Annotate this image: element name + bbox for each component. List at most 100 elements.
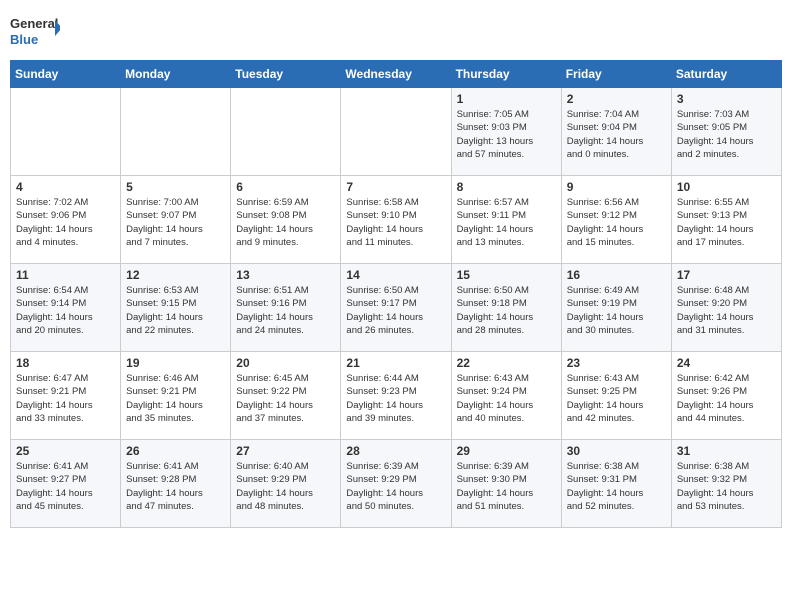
day-cell: 14 Sunrise: 6:50 AM Sunset: 9:17 PM Dayli… xyxy=(341,264,451,352)
day-number: 28 xyxy=(346,444,445,458)
day-info: Sunrise: 6:59 AM Sunset: 9:08 PM Dayligh… xyxy=(236,196,335,249)
day-cell: 2 Sunrise: 7:04 AM Sunset: 9:04 PM Daylig… xyxy=(561,88,671,176)
day-info: Sunrise: 6:53 AM Sunset: 9:15 PM Dayligh… xyxy=(126,284,225,337)
day-info: Sunrise: 6:48 AM Sunset: 9:20 PM Dayligh… xyxy=(677,284,776,337)
week-row-1: 1 Sunrise: 7:05 AM Sunset: 9:03 PM Daylig… xyxy=(11,88,782,176)
day-info: Sunrise: 6:41 AM Sunset: 9:28 PM Dayligh… xyxy=(126,460,225,513)
day-number: 19 xyxy=(126,356,225,370)
day-info: Sunrise: 6:45 AM Sunset: 9:22 PM Dayligh… xyxy=(236,372,335,425)
day-info: Sunrise: 6:39 AM Sunset: 9:30 PM Dayligh… xyxy=(457,460,556,513)
day-cell: 24Sunrise: 6:42 AM Sunset: 9:26 PM Dayli… xyxy=(671,352,781,440)
day-cell: 4 Sunrise: 7:02 AM Sunset: 9:06 PM Daylig… xyxy=(11,176,121,264)
day-cell: 13 Sunrise: 6:51 AM Sunset: 9:16 PM Dayli… xyxy=(231,264,341,352)
day-cell: 6Sunrise: 6:59 AM Sunset: 9:08 PM Daylig… xyxy=(231,176,341,264)
col-header-monday: Monday xyxy=(121,61,231,88)
col-header-friday: Friday xyxy=(561,61,671,88)
day-number: 13 xyxy=(236,268,335,282)
day-info: Sunrise: 7:03 AM Sunset: 9:05 PM Dayligh… xyxy=(677,108,776,161)
day-cell: 29 Sunrise: 6:39 AM Sunset: 9:30 PM Dayli… xyxy=(451,440,561,528)
day-info: Sunrise: 6:56 AM Sunset: 9:12 PM Dayligh… xyxy=(567,196,666,249)
day-number: 31 xyxy=(677,444,776,458)
day-cell xyxy=(121,88,231,176)
day-number: 24 xyxy=(677,356,776,370)
day-cell: 16 Sunrise: 6:49 AM Sunset: 9:19 PM Dayli… xyxy=(561,264,671,352)
day-cell xyxy=(341,88,451,176)
col-header-sunday: Sunday xyxy=(11,61,121,88)
col-header-thursday: Thursday xyxy=(451,61,561,88)
day-cell: 21Sunrise: 6:44 AM Sunset: 9:23 PM Dayli… xyxy=(341,352,451,440)
day-number: 9 xyxy=(567,180,666,194)
day-cell: 5Sunrise: 7:00 AM Sunset: 9:07 PM Daylig… xyxy=(121,176,231,264)
day-info: Sunrise: 6:50 AM Sunset: 9:17 PM Dayligh… xyxy=(346,284,445,337)
day-cell: 10Sunrise: 6:55 AM Sunset: 9:13 PM Dayli… xyxy=(671,176,781,264)
day-cell: 25 Sunrise: 6:41 AM Sunset: 9:27 PM Dayli… xyxy=(11,440,121,528)
day-info: Sunrise: 6:49 AM Sunset: 9:19 PM Dayligh… xyxy=(567,284,666,337)
day-number: 23 xyxy=(567,356,666,370)
day-number: 10 xyxy=(677,180,776,194)
day-number: 2 xyxy=(567,92,666,106)
day-number: 7 xyxy=(346,180,445,194)
day-cell: 7 Sunrise: 6:58 AM Sunset: 9:10 PM Daylig… xyxy=(341,176,451,264)
day-number: 27 xyxy=(236,444,335,458)
day-cell xyxy=(231,88,341,176)
day-info: Sunrise: 7:05 AM Sunset: 9:03 PM Dayligh… xyxy=(457,108,556,161)
day-info: Sunrise: 6:43 AM Sunset: 9:24 PM Dayligh… xyxy=(457,372,556,425)
day-number: 4 xyxy=(16,180,115,194)
day-cell: 17 Sunrise: 6:48 AM Sunset: 9:20 PM Dayli… xyxy=(671,264,781,352)
day-number: 29 xyxy=(457,444,556,458)
day-cell xyxy=(11,88,121,176)
day-info: Sunrise: 7:02 AM Sunset: 9:06 PM Dayligh… xyxy=(16,196,115,249)
day-info: Sunrise: 7:04 AM Sunset: 9:04 PM Dayligh… xyxy=(567,108,666,161)
day-cell: 18 Sunrise: 6:47 AM Sunset: 9:21 PM Dayli… xyxy=(11,352,121,440)
day-cell: 20 Sunrise: 6:45 AM Sunset: 9:22 PM Dayli… xyxy=(231,352,341,440)
day-number: 8 xyxy=(457,180,556,194)
col-header-wednesday: Wednesday xyxy=(341,61,451,88)
day-cell: 15 Sunrise: 6:50 AM Sunset: 9:18 PM Dayli… xyxy=(451,264,561,352)
svg-text:General: General xyxy=(10,16,58,31)
day-info: Sunrise: 6:40 AM Sunset: 9:29 PM Dayligh… xyxy=(236,460,335,513)
day-info: Sunrise: 6:47 AM Sunset: 9:21 PM Dayligh… xyxy=(16,372,115,425)
day-cell: 8 Sunrise: 6:57 AM Sunset: 9:11 PM Daylig… xyxy=(451,176,561,264)
day-cell: 27 Sunrise: 6:40 AM Sunset: 9:29 PM Dayli… xyxy=(231,440,341,528)
week-row-5: 25 Sunrise: 6:41 AM Sunset: 9:27 PM Dayli… xyxy=(11,440,782,528)
day-info: Sunrise: 6:50 AM Sunset: 9:18 PM Dayligh… xyxy=(457,284,556,337)
day-info: Sunrise: 6:38 AM Sunset: 9:31 PM Dayligh… xyxy=(567,460,666,513)
day-number: 14 xyxy=(346,268,445,282)
day-number: 21 xyxy=(346,356,445,370)
week-row-3: 11Sunrise: 6:54 AM Sunset: 9:14 PM Dayli… xyxy=(11,264,782,352)
day-cell: 1 Sunrise: 7:05 AM Sunset: 9:03 PM Daylig… xyxy=(451,88,561,176)
day-info: Sunrise: 6:38 AM Sunset: 9:32 PM Dayligh… xyxy=(677,460,776,513)
day-cell: 26Sunrise: 6:41 AM Sunset: 9:28 PM Dayli… xyxy=(121,440,231,528)
day-info: Sunrise: 6:43 AM Sunset: 9:25 PM Dayligh… xyxy=(567,372,666,425)
day-number: 15 xyxy=(457,268,556,282)
day-number: 16 xyxy=(567,268,666,282)
day-info: Sunrise: 6:51 AM Sunset: 9:16 PM Dayligh… xyxy=(236,284,335,337)
day-cell: 28 Sunrise: 6:39 AM Sunset: 9:29 PM Dayli… xyxy=(341,440,451,528)
col-header-tuesday: Tuesday xyxy=(231,61,341,88)
day-cell: 9 Sunrise: 6:56 AM Sunset: 9:12 PM Daylig… xyxy=(561,176,671,264)
day-number: 3 xyxy=(677,92,776,106)
day-number: 17 xyxy=(677,268,776,282)
day-cell: 19Sunrise: 6:46 AM Sunset: 9:21 PM Dayli… xyxy=(121,352,231,440)
day-info: Sunrise: 7:00 AM Sunset: 9:07 PM Dayligh… xyxy=(126,196,225,249)
day-info: Sunrise: 6:58 AM Sunset: 9:10 PM Dayligh… xyxy=(346,196,445,249)
week-row-4: 18 Sunrise: 6:47 AM Sunset: 9:21 PM Dayli… xyxy=(11,352,782,440)
day-number: 18 xyxy=(16,356,115,370)
day-info: Sunrise: 6:39 AM Sunset: 9:29 PM Dayligh… xyxy=(346,460,445,513)
day-cell: 31 Sunrise: 6:38 AM Sunset: 9:32 PM Dayli… xyxy=(671,440,781,528)
day-number: 30 xyxy=(567,444,666,458)
calendar-table: SundayMondayTuesdayWednesdayThursdayFrid… xyxy=(10,60,782,528)
day-number: 25 xyxy=(16,444,115,458)
svg-text:Blue: Blue xyxy=(10,32,38,47)
day-number: 12 xyxy=(126,268,225,282)
day-cell: 3 Sunrise: 7:03 AM Sunset: 9:05 PM Daylig… xyxy=(671,88,781,176)
day-cell: 11Sunrise: 6:54 AM Sunset: 9:14 PM Dayli… xyxy=(11,264,121,352)
logo-svg: General Blue xyxy=(10,10,60,54)
day-number: 1 xyxy=(457,92,556,106)
header: General Blue xyxy=(10,10,782,54)
day-info: Sunrise: 6:41 AM Sunset: 9:27 PM Dayligh… xyxy=(16,460,115,513)
day-info: Sunrise: 6:57 AM Sunset: 9:11 PM Dayligh… xyxy=(457,196,556,249)
day-cell: 30 Sunrise: 6:38 AM Sunset: 9:31 PM Dayli… xyxy=(561,440,671,528)
week-row-2: 4 Sunrise: 7:02 AM Sunset: 9:06 PM Daylig… xyxy=(11,176,782,264)
day-number: 20 xyxy=(236,356,335,370)
